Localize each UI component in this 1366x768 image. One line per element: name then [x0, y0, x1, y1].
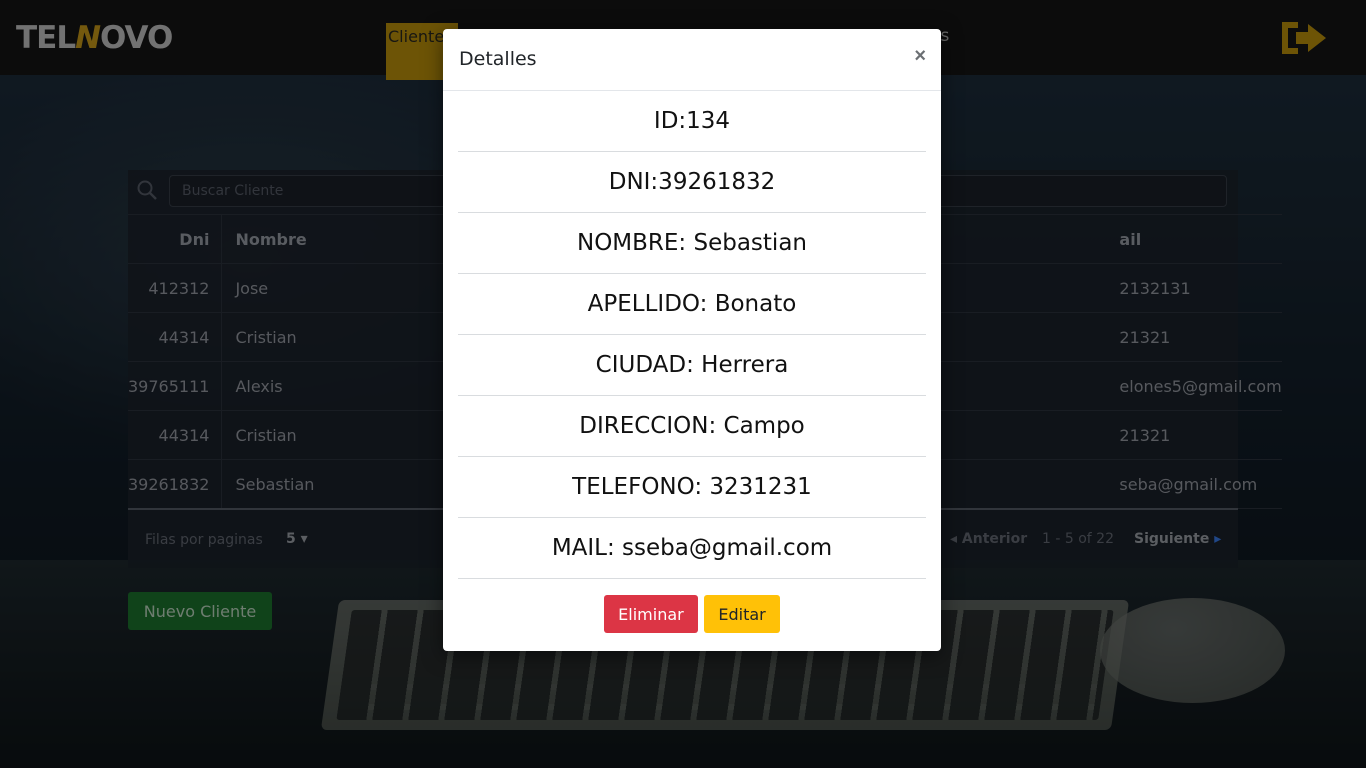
detail-telefono: TELEFONO: 3231231: [458, 457, 926, 518]
edit-button[interactable]: Editar: [704, 595, 781, 633]
detail-mail: MAIL: sseba@gmail.com: [458, 518, 926, 579]
close-icon[interactable]: ×: [914, 45, 926, 68]
detail-dni: DNI:39261832: [458, 152, 926, 213]
modal-header: Detalles ×: [443, 29, 941, 91]
delete-button[interactable]: Eliminar: [603, 595, 698, 633]
detail-nombre: NOMBRE: Sebastian: [458, 213, 926, 274]
modal-actions: Eliminar Editar: [443, 595, 941, 635]
detail-ciudad: CIUDAD: Herrera: [458, 335, 926, 396]
modal-title: Detalles: [459, 48, 537, 70]
details-modal: Detalles × ID:134 DNI:39261832 NOMBRE: S…: [443, 29, 941, 651]
detail-id: ID:134: [458, 91, 926, 152]
detail-apellido: APELLIDO: Bonato: [458, 274, 926, 335]
detail-direccion: DIRECCION: Campo: [458, 396, 926, 457]
